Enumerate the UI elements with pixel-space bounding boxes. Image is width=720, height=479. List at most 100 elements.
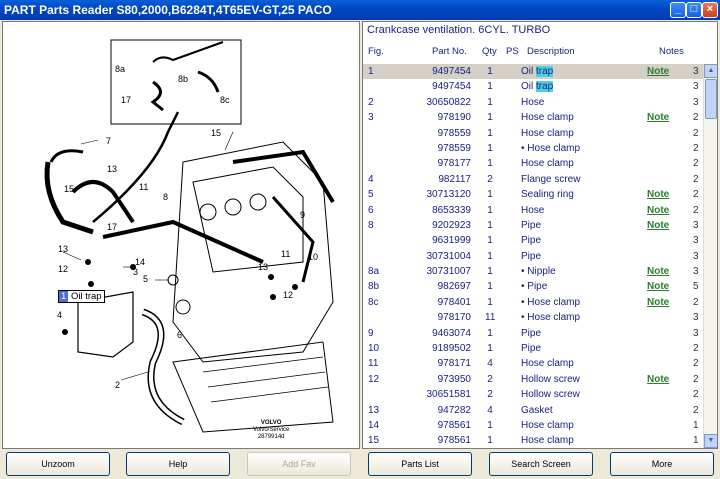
diagram-callout[interactable]: 9 — [300, 210, 305, 220]
table-row[interactable]: 5 30713120 1 Sealing ring Note 2 — [363, 187, 703, 202]
diagram-callout[interactable]: 15 — [64, 184, 74, 194]
diagram-callout[interactable]: 14 — [135, 257, 145, 267]
cell-count: 1 — [693, 435, 699, 447]
diagram-callout[interactable]: 15 — [211, 128, 221, 138]
scroll-up-icon[interactable]: ▲ — [704, 64, 717, 78]
table-row[interactable]: 12 973950 2 Hollow screw Note 2 — [363, 372, 703, 387]
table-row[interactable]: 9 9463074 1 Pipe 3 — [363, 326, 703, 341]
selected-callout-text: Oil trap — [70, 291, 102, 302]
table-row[interactable]: 2 30650822 1 Hose 3 — [363, 95, 703, 110]
search-screen-button[interactable]: Search Screen — [489, 452, 593, 476]
table-row[interactable]: 8c 978401 1 • Hose clamp Note 2 — [363, 295, 703, 310]
cell-description: Oil trap — [521, 66, 554, 77]
add-fav-button[interactable]: Add Fav — [247, 452, 351, 476]
table-row[interactable]: 978177 1 Hose clamp 2 — [363, 156, 703, 171]
description-text: Pipe — [521, 219, 542, 231]
cell-qty: 1 — [487, 250, 493, 262]
note-link[interactable]: Note — [647, 281, 669, 292]
table-row[interactable]: 15 978561 1 Hose clamp 1 — [363, 433, 703, 448]
note-link[interactable]: Note — [647, 189, 669, 200]
diagram-callout[interactable]: 8a — [115, 64, 125, 74]
diagram-callout[interactable]: 8c — [220, 95, 230, 105]
diagram-callout[interactable]: 12 — [283, 290, 293, 300]
maximize-icon[interactable]: □ — [686, 2, 702, 18]
note-link[interactable]: Note — [647, 374, 669, 385]
table-row[interactable]: 978559 1 Hose clamp 2 — [363, 126, 703, 141]
description-text: Sealing ring — [521, 189, 574, 201]
diagram-callout[interactable]: 13 — [58, 244, 68, 254]
engine-diagram[interactable] — [3, 22, 360, 449]
more-button[interactable]: More — [610, 452, 714, 476]
exploded-diagram-pane[interactable]: 8a 8b 17 8c 7 15 13 11 15 17 8 9 13 14 1… — [2, 21, 360, 449]
cell-count: 2 — [693, 189, 699, 201]
table-row[interactable]: 8 9202923 1 Pipe Note 3 — [363, 218, 703, 233]
table-row[interactable]: 11 978171 4 Hose clamp 2 — [363, 356, 703, 371]
table-row[interactable]: 4 982117 2 Flange screw 2 — [363, 172, 703, 187]
cell-count: 2 — [693, 358, 699, 370]
diagram-callout[interactable]: 10 — [308, 252, 318, 262]
scroll-thumb[interactable] — [705, 79, 717, 119]
cell-qty: 1 — [487, 219, 493, 231]
minimize-icon[interactable]: _ — [670, 2, 686, 18]
table-row[interactable]: 1 9497454 1 Oil trap Note 3 — [363, 64, 703, 80]
cell-count: 3 — [693, 81, 699, 93]
help-button[interactable]: Help — [126, 452, 230, 476]
table-row[interactable]: 8a 30731007 1 • Nipple Note 3 — [363, 264, 703, 279]
table-row[interactable]: 9631999 1 Pipe 3 — [363, 233, 703, 248]
note-link[interactable]: Note — [647, 205, 669, 216]
cell-description: Hose clamp — [521, 158, 574, 169]
table-row[interactable]: 13 947282 4 Gasket 2 — [363, 403, 703, 418]
diagram-callout[interactable]: 12 — [58, 264, 68, 274]
selected-callout-oil-trap[interactable]: 1 Oil trap — [58, 290, 105, 303]
cell-qty: 1 — [487, 127, 493, 139]
diagram-callout[interactable]: 5 — [143, 274, 148, 284]
diagram-callout[interactable]: 11 — [281, 249, 290, 259]
description-text: Flange screw — [521, 173, 581, 185]
cell-count: 3 — [693, 235, 699, 247]
note-link[interactable]: Note — [647, 220, 669, 231]
diagram-callout[interactable]: 8b — [178, 74, 188, 84]
cell-qty: 11 — [485, 312, 496, 324]
table-row[interactable]: 30651581 2 Hollow screw 2 — [363, 387, 703, 402]
description-text: Pipe — [521, 343, 542, 355]
cell-part-no: 30731004 — [426, 250, 472, 262]
diagram-callout[interactable]: 17 — [121, 95, 131, 105]
close-icon[interactable]: × — [702, 2, 718, 18]
table-row[interactable]: 30731004 1 Pipe 3 — [363, 249, 703, 264]
cell-description: Flange screw — [521, 174, 580, 185]
table-row[interactable]: 3 978190 1 Hose clamp Note 2 — [363, 110, 703, 125]
note-link[interactable]: Note — [647, 297, 669, 308]
cell-count: 2 — [693, 158, 699, 170]
diagram-callout[interactable]: 8 — [163, 192, 168, 202]
description-text: Pipe — [521, 235, 542, 247]
unzoom-button[interactable]: Unzoom — [6, 452, 110, 476]
cell-count: 5 — [693, 281, 699, 293]
cell-count: 2 — [693, 389, 699, 401]
diagram-callout[interactable]: 2 — [115, 380, 120, 390]
table-row[interactable]: 10 9189502 1 Pipe 2 — [363, 341, 703, 356]
diagram-callout[interactable]: 6 — [177, 330, 182, 340]
table-row[interactable]: 978559 1 • Hose clamp 2 — [363, 141, 703, 156]
cell-qty: 1 — [487, 343, 493, 355]
table-row[interactable]: 8b 982697 1 • Pipe Note 5 — [363, 279, 703, 294]
diagram-callout[interactable]: 17 — [107, 222, 117, 232]
description-text: Hose — [521, 204, 545, 216]
note-link[interactable]: Note — [647, 66, 669, 77]
diagram-callout[interactable]: 13 — [107, 164, 117, 174]
diagram-callout[interactable]: 11 — [139, 182, 148, 192]
table-row[interactable]: 978170 11 • Hose clamp 3 — [363, 310, 703, 325]
diagram-callout[interactable]: 4 — [57, 310, 62, 320]
note-link[interactable]: Note — [647, 266, 669, 277]
table-row[interactable]: 9497454 1 Oil trap 3 — [363, 79, 703, 94]
logo-line-2: Volvo/Service — [253, 427, 290, 433]
parts-scrollbar[interactable]: ▲ ▼ — [703, 64, 717, 448]
cell-part-no: 30731007 — [426, 266, 472, 278]
diagram-callout[interactable]: 7 — [106, 136, 111, 146]
diagram-callout[interactable]: 3 — [133, 267, 138, 277]
scroll-down-icon[interactable]: ▼ — [704, 434, 717, 448]
parts-list-button[interactable]: Parts List — [368, 452, 472, 476]
diagram-callout[interactable]: 13 — [258, 262, 268, 272]
table-row[interactable]: 6 8653339 1 Hose Note 2 — [363, 203, 703, 218]
table-row[interactable]: 14 978561 1 Hose clamp 1 — [363, 418, 703, 433]
note-link[interactable]: Note — [647, 112, 669, 123]
